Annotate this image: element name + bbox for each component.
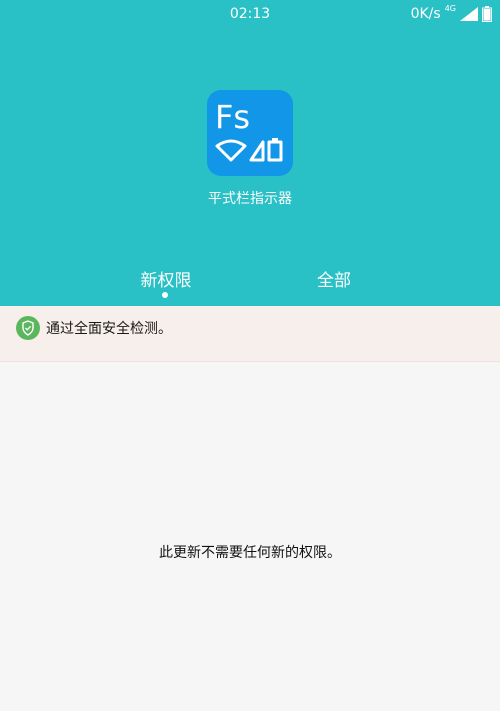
battery-icon <box>482 6 492 22</box>
active-tab-indicator <box>162 292 168 298</box>
app-icon: Fs <box>207 90 293 176</box>
no-new-permissions-message: 此更新不需要任何新的权限。 <box>159 545 341 561</box>
app-header: 02:13 0K/s 4G Fs 平式栏指示器 新权限 全部 <box>0 0 500 306</box>
app-name: 平式栏指示器 <box>208 191 292 207</box>
tab-all[interactable]: 全部 <box>274 266 394 291</box>
security-check-bar: 通过全面安全检测。 <box>0 306 500 362</box>
network-type: 4G <box>444 3 456 13</box>
network-speed: 0K/s <box>410 6 441 22</box>
shield-check-icon <box>16 316 40 340</box>
svg-text:Fs: Fs <box>215 98 250 136</box>
status-indicators: 0K/s 4G <box>410 3 492 22</box>
fs-logo-icon: Fs <box>215 98 283 162</box>
status-bar: 02:13 0K/s 4G <box>0 0 500 30</box>
tab-new-permissions[interactable]: 新权限 <box>106 266 226 291</box>
security-message: 通过全面安全检测。 <box>46 321 172 337</box>
signal-icon <box>460 7 478 21</box>
